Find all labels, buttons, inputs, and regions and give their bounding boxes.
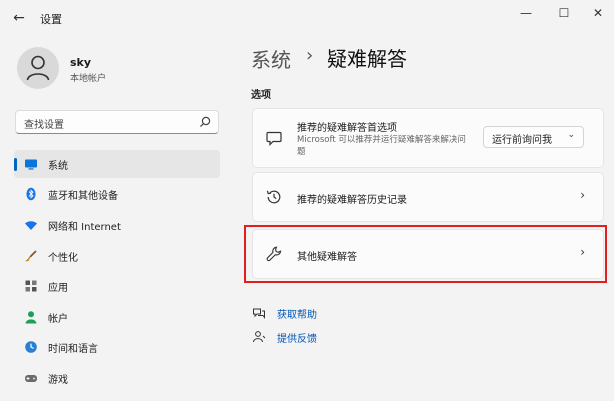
search-input[interactable]: 查找设置 <box>15 110 219 134</box>
wifi-icon <box>25 221 37 230</box>
feedback-icon <box>253 331 266 343</box>
troubleshoot-history-card[interactable]: 推荐的疑难解答历史记录 › <box>252 172 604 222</box>
sidebar-item-system[interactable]: 系统 <box>14 150 220 178</box>
person-icon <box>25 311 37 324</box>
dropdown-value: 运行前询问我 <box>492 135 552 146</box>
search-icon <box>200 116 211 128</box>
user-name: sky <box>70 56 92 69</box>
account-type: 本地帐户 <box>70 74 107 84</box>
page-title: 疑难解答 <box>327 47 407 71</box>
minimize-button[interactable]: — <box>512 5 540 21</box>
sidebar-item-label: 时间和语言 <box>48 344 98 355</box>
sidebar-item-label: 蓝牙和其他设备 <box>48 191 118 202</box>
avatar[interactable] <box>17 47 59 89</box>
section-label: 选项 <box>251 90 271 101</box>
highlight-box <box>244 225 607 283</box>
card-subtitle: Microsoft 可以推荐并运行疑难解答来解决问题 <box>297 135 466 157</box>
sidebar-item-label: 个性化 <box>48 253 78 264</box>
sidebar-item-accounts[interactable]: 帐户 <box>14 303 220 331</box>
help-icon <box>253 308 265 319</box>
bluetooth-icon <box>26 187 36 201</box>
troubleshoot-preference-dropdown[interactable]: 运行前询问我 ⌄ <box>483 126 584 148</box>
sidebar-item-label: 帐户 <box>48 314 68 325</box>
selection-indicator <box>14 158 17 171</box>
app-title: 设置 <box>40 13 62 26</box>
chat-icon <box>266 131 282 146</box>
sidebar-item-label: 系统 <box>48 161 68 172</box>
chevron-right-icon: › <box>580 188 585 202</box>
give-feedback-link[interactable]: 提供反馈 <box>277 330 317 345</box>
sidebar-item-gaming[interactable]: 游戏 <box>14 364 220 392</box>
search-placeholder: 查找设置 <box>24 120 64 131</box>
card-title: 推荐的疑难解答历史记录 <box>297 195 407 206</box>
close-button[interactable]: ✕ <box>584 5 612 21</box>
breadcrumb-parent[interactable]: 系统 <box>251 44 291 73</box>
sidebar-item-bluetooth[interactable]: 蓝牙和其他设备 <box>14 180 220 208</box>
history-icon <box>266 190 281 204</box>
gamepad-icon <box>25 375 37 382</box>
back-button[interactable]: ← <box>8 8 30 28</box>
chevron-down-icon: ⌄ <box>567 130 575 140</box>
card-title: 推荐的疑难解答首选项 <box>297 123 397 134</box>
get-help-link[interactable]: 获取帮助 <box>277 306 317 321</box>
breadcrumb-separator: › <box>306 45 314 66</box>
brush-icon <box>25 250 37 262</box>
title-bar: ← 设置 — ☐ ✕ <box>0 0 614 36</box>
sidebar-item-time-language[interactable]: 时间和语言 <box>14 333 220 361</box>
globe-clock-icon <box>25 341 37 353</box>
monitor-icon <box>25 159 37 170</box>
sidebar-item-apps[interactable]: 应用 <box>14 272 220 300</box>
sidebar-item-label: 应用 <box>48 283 68 294</box>
sidebar-item-network[interactable]: 网络和 Internet <box>14 211 220 239</box>
maximize-button[interactable]: ☐ <box>550 5 578 21</box>
sidebar-item-label: 游戏 <box>48 375 68 386</box>
apps-icon <box>25 280 37 292</box>
sidebar-item-label: 网络和 Internet <box>48 222 121 233</box>
sidebar-item-personalization[interactable]: 个性化 <box>14 242 220 270</box>
person-icon <box>26 55 50 81</box>
